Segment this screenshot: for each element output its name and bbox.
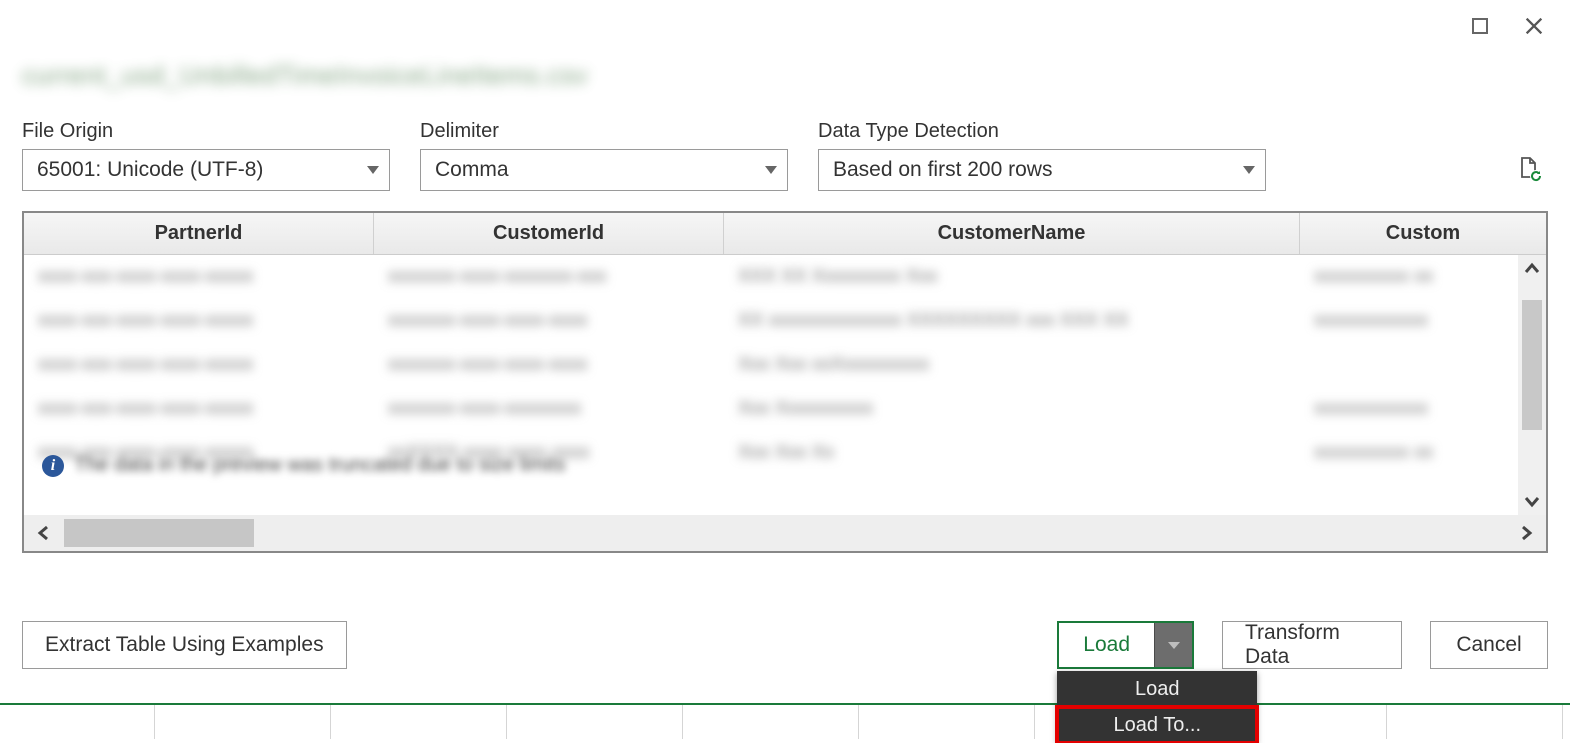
cell: xxxxxxx-xxxx-xxxx-xxxx [374, 354, 724, 376]
chevron-down-icon [1168, 642, 1180, 649]
info-message: i The data in the preview was truncated … [42, 454, 565, 477]
transform-data-button[interactable]: Transform Data [1222, 621, 1402, 669]
maximize-button[interactable] [1468, 14, 1492, 38]
scroll-down-icon[interactable] [1518, 487, 1546, 515]
column-header-customerid[interactable]: CustomerId [374, 213, 724, 254]
cell: xxxxxxxxxxxx [1300, 398, 1546, 420]
cancel-button[interactable]: Cancel [1430, 621, 1548, 669]
spreadsheet-gridline [0, 703, 1570, 739]
load-split-button: Load [1057, 621, 1194, 669]
load-button[interactable]: Load [1059, 623, 1154, 667]
chevron-down-icon [765, 166, 777, 174]
cell: xxxxxxxxxx xx [1300, 442, 1546, 464]
table-row: xxxx-xxx-xxxx-xxxx-xxxxx xxxxxxx-xxxx-xx… [24, 343, 1546, 387]
file-origin-select[interactable]: 65001: Unicode (UTF-8) [22, 149, 390, 191]
cell: xxxxxxxxxxxx [1300, 310, 1546, 332]
menu-item-load-to[interactable]: Load To... [1057, 707, 1257, 743]
cell: xxxx-xxx-xxxx-xxxx-xxxxx [24, 266, 374, 288]
cell: xxxxxxx-xxxx-xxxxxxxx [374, 398, 724, 420]
import-options-row: File Origin 65001: Unicode (UTF-8) Delim… [22, 120, 1548, 191]
column-header-customername[interactable]: CustomerName [724, 213, 1300, 254]
cell: Xxx Xxx xxXxxxxxxxxx [724, 354, 1300, 376]
cell: XXX XX Xxxxxxxxx Xxx [724, 266, 1300, 288]
delimiter-value: Comma [435, 158, 509, 182]
menu-item-load[interactable]: Load [1057, 671, 1257, 707]
load-dropdown-menu: Load Load To... [1057, 671, 1257, 743]
detection-select[interactable]: Based on first 200 rows [818, 149, 1266, 191]
load-dropdown-toggle[interactable] [1154, 623, 1192, 667]
info-text: The data in the preview was truncated du… [74, 454, 565, 477]
refresh-button[interactable] [1512, 151, 1548, 187]
cell: Xxx Xxxxxxxxxx [724, 398, 1300, 420]
scrollbar-thumb[interactable] [64, 519, 254, 547]
detection-label: Data Type Detection [818, 120, 1266, 143]
chevron-down-icon [367, 166, 379, 174]
scroll-up-icon[interactable] [1518, 255, 1546, 283]
scroll-right-icon[interactable] [1506, 515, 1546, 551]
column-header-partnerid[interactable]: PartnerId [24, 213, 374, 254]
cell: Xxx Xxx Xx [724, 442, 1300, 464]
delimiter-label: Delimiter [420, 120, 788, 143]
scroll-left-icon[interactable] [24, 515, 64, 551]
cell: xxxxxxx-xxxx-xxxxxxx-xxx [374, 266, 724, 288]
scrollbar-thumb[interactable] [1522, 300, 1542, 430]
cell: xxxxxxx-xxxx-xxxx-xxxx [374, 310, 724, 332]
cell: xxxxxxxxxx xx [1300, 266, 1546, 288]
data-preview-grid: PartnerId CustomerId CustomerName Custom… [22, 211, 1548, 553]
cell: xxxx-xxx-xxxx-xxxx-xxxxx [24, 354, 374, 376]
close-button[interactable] [1522, 14, 1546, 38]
cell: xxxx-xxx-xxxx-xxxx-xxxxx [24, 310, 374, 332]
detection-value: Based on first 200 rows [833, 158, 1052, 182]
vertical-scrollbar[interactable] [1518, 255, 1546, 515]
info-icon: i [42, 455, 64, 477]
scrollbar-track[interactable] [64, 515, 1506, 551]
cell: XX xxxxxxxxxxxxxx XXXXXXXXX xxx XXX XX [724, 310, 1300, 332]
table-row: xxxx-xxx-xxxx-xxxx-xxxxx xxxxxxx-xxxx-xx… [24, 299, 1546, 343]
file-origin-value: 65001: Unicode (UTF-8) [37, 158, 263, 182]
grid-body: xxxx-xxx-xxxx-xxxx-xxxxx xxxxxxx-xxxx-xx… [24, 255, 1546, 515]
file-origin-label: File Origin [22, 120, 390, 143]
column-header-custom[interactable]: Custom [1300, 213, 1546, 254]
dialog-footer: Extract Table Using Examples Load Load L… [22, 621, 1548, 669]
file-title: current_usd_UnbilledTimeInvoiceLineItems… [22, 60, 552, 92]
delimiter-select[interactable]: Comma [420, 149, 788, 191]
grid-header: PartnerId CustomerId CustomerName Custom [24, 213, 1546, 255]
table-row: xxxx-xxx-xxxx-xxxx-xxxxx xxxxxxx-xxxx-xx… [24, 387, 1546, 431]
cell: xxxx-xxx-xxxx-xxxx-xxxxx [24, 398, 374, 420]
chevron-down-icon [1243, 166, 1255, 174]
extract-table-button[interactable]: Extract Table Using Examples [22, 621, 347, 669]
table-row: xxxx-xxx-xxxx-xxxx-xxxxx xxxxxxx-xxxx-xx… [24, 255, 1546, 299]
horizontal-scrollbar[interactable] [24, 515, 1546, 551]
